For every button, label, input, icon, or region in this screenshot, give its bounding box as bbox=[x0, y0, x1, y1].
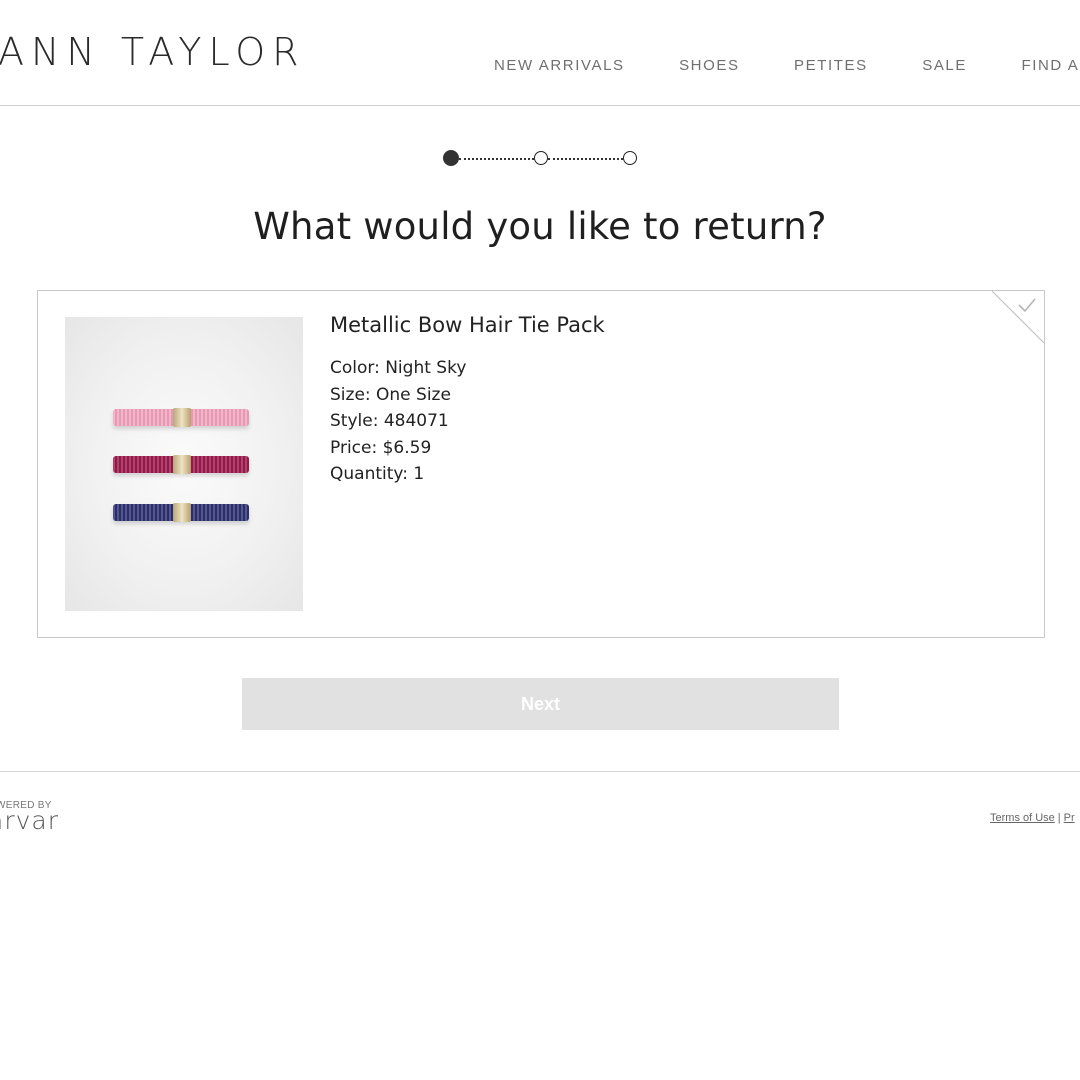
next-button[interactable]: Next bbox=[242, 678, 839, 730]
nav-sale[interactable]: SALE bbox=[922, 57, 967, 74]
ann-taylor-logo[interactable]: ANN TAYLOR bbox=[0, 30, 306, 74]
site-header: ANN TAYLOR NEW ARRIVALS SHOES PETITES SA… bbox=[0, 0, 1080, 106]
product-price: Price: $6.59 bbox=[330, 437, 432, 458]
nav-shoes[interactable]: SHOES bbox=[679, 57, 740, 74]
nav-petites[interactable]: PETITES bbox=[794, 57, 868, 74]
product-quantity: Quantity: 1 bbox=[330, 464, 425, 484]
product-image bbox=[65, 317, 303, 611]
pink-bow bbox=[113, 408, 249, 427]
narvar-logo[interactable]: arvar bbox=[0, 806, 59, 835]
step-3-dot bbox=[623, 151, 637, 165]
step-connector bbox=[459, 158, 534, 160]
product-size: Size: One Size bbox=[330, 384, 451, 405]
product-color: Color: Night Sky bbox=[330, 358, 467, 378]
privacy-link[interactable]: Pr bbox=[1064, 812, 1075, 824]
berry-bow bbox=[113, 455, 249, 474]
product-info: Metallic Bow Hair Tie Pack Color: Night … bbox=[330, 313, 605, 488]
return-item-card[interactable]: Metallic Bow Hair Tie Pack Color: Night … bbox=[37, 290, 1045, 638]
nav-new-arrivals[interactable]: NEW ARRIVALS bbox=[494, 57, 625, 74]
product-name: Metallic Bow Hair Tie Pack bbox=[330, 313, 605, 337]
step-connector bbox=[548, 158, 623, 160]
nav-find-a-store[interactable]: FIND A ST bbox=[1021, 57, 1080, 74]
footer-links: Terms of Use | Pr bbox=[990, 812, 1075, 824]
site-footer: WERED BY arvar Terms of Use|Pr bbox=[0, 771, 1080, 852]
main-nav: NEW ARRIVALS SHOES PETITES SALE FIND A S… bbox=[494, 57, 1080, 75]
footer-separator: | bbox=[1057, 812, 1061, 824]
checkmark-icon bbox=[992, 291, 1044, 343]
terms-of-use-link[interactable]: Terms of Use bbox=[990, 812, 1055, 824]
product-style: Style: 484071 bbox=[330, 411, 449, 431]
navy-bow bbox=[113, 503, 249, 522]
progress-stepper bbox=[0, 150, 1080, 170]
page-title: What would you like to return? bbox=[253, 205, 827, 248]
step-1-dot bbox=[443, 150, 459, 166]
step-2-dot bbox=[534, 151, 548, 165]
